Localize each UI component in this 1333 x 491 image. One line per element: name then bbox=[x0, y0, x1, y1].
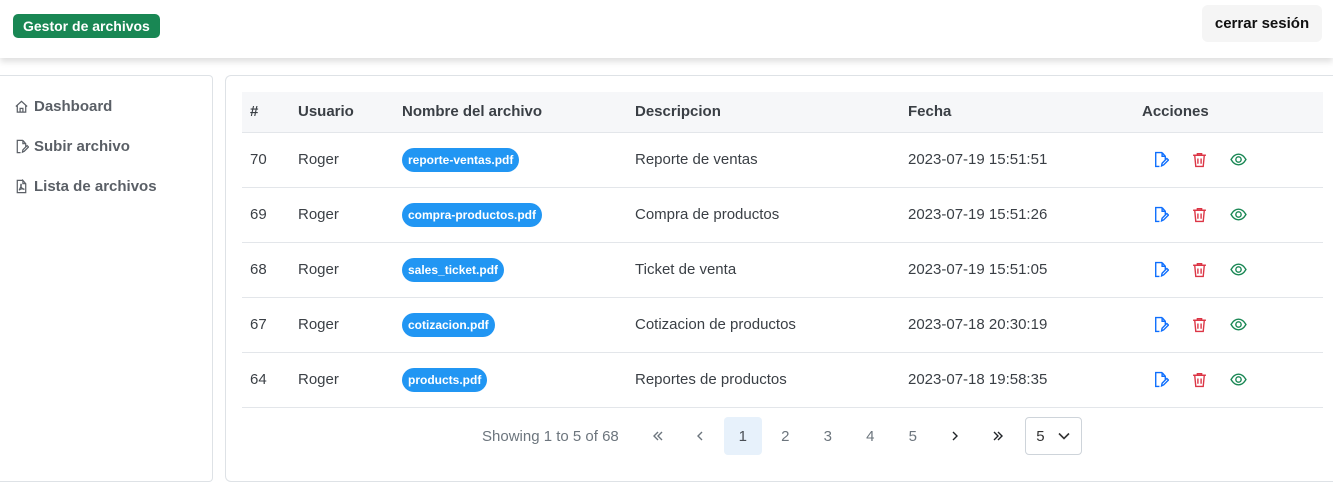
double-chevron-right-icon bbox=[993, 431, 1003, 441]
cell-description: Reporte de ventas bbox=[627, 132, 900, 188]
delete-icon[interactable] bbox=[1191, 261, 1208, 278]
chevron-down-icon bbox=[1058, 432, 1070, 440]
app-brand[interactable]: Gestor de archivos bbox=[13, 14, 160, 38]
sidebar-item-label: Subir archivo bbox=[34, 137, 130, 155]
view-icon[interactable] bbox=[1230, 261, 1247, 278]
next-page-button[interactable] bbox=[936, 417, 974, 455]
sidebar-item-dashboard[interactable]: Dashboard bbox=[0, 86, 212, 126]
table-row: 69 Roger compra-productos.pdf Compra de pro… bbox=[242, 187, 1323, 243]
cell-filename: products.pdf bbox=[394, 352, 627, 408]
column-header-filename: Nombre del archivo bbox=[394, 92, 627, 133]
file-link[interactable]: reporte-ventas.pdf bbox=[402, 147, 520, 172]
page-button-2[interactable]: 2 bbox=[766, 417, 804, 455]
cell-user: Roger bbox=[290, 242, 394, 298]
chevron-left-icon bbox=[697, 431, 703, 441]
cell-filename: sales_ticket.pdf bbox=[394, 242, 627, 298]
cell-id: 68 bbox=[242, 242, 290, 298]
sidebar-item-file-list[interactable]: Lista de archivos bbox=[0, 166, 212, 206]
edit-icon[interactable] bbox=[1152, 371, 1169, 388]
cell-date: 2023-07-19 15:51:05 bbox=[900, 242, 1134, 298]
cell-actions bbox=[1134, 132, 1323, 188]
cell-actions bbox=[1134, 242, 1323, 298]
table-header-row: # Usuario Nombre del archivo Descripcion… bbox=[242, 92, 1323, 133]
edit-icon[interactable] bbox=[1152, 316, 1169, 333]
cell-id: 64 bbox=[242, 352, 290, 408]
sidebar-item-label: Dashboard bbox=[34, 97, 113, 115]
page-button-5[interactable]: 5 bbox=[894, 417, 932, 455]
view-icon[interactable] bbox=[1230, 206, 1247, 223]
cell-filename: reporte-ventas.pdf bbox=[394, 132, 627, 188]
cell-actions bbox=[1134, 187, 1323, 243]
view-icon[interactable] bbox=[1230, 316, 1247, 333]
file-link[interactable]: compra-productos.pdf bbox=[402, 202, 542, 227]
cell-date: 2023-07-19 15:51:26 bbox=[900, 187, 1134, 243]
edit-icon[interactable] bbox=[1152, 151, 1169, 168]
sidebar: Dashboard Subir archivo Lista de archivo… bbox=[0, 75, 213, 482]
home-icon bbox=[15, 100, 28, 113]
page-button-1[interactable]: 1 bbox=[723, 417, 762, 455]
logout-button[interactable]: cerrar sesión bbox=[1202, 5, 1322, 42]
table-row: 68 Roger sales_ticket.pdf Ticket de venta 20… bbox=[242, 242, 1323, 298]
chevron-right-icon bbox=[952, 431, 959, 441]
cell-date: 2023-07-18 19:58:35 bbox=[900, 352, 1134, 408]
cell-description: Ticket de venta bbox=[627, 242, 900, 298]
file-link[interactable]: products.pdf bbox=[402, 367, 488, 392]
table-row: 70 Roger reporte-ventas.pdf Reporte de vent… bbox=[242, 132, 1323, 188]
cell-id: 69 bbox=[242, 187, 290, 243]
file-link[interactable]: sales_ticket.pdf bbox=[402, 257, 505, 282]
cell-actions bbox=[1134, 297, 1323, 353]
cell-user: Roger bbox=[290, 132, 394, 188]
delete-icon[interactable] bbox=[1191, 206, 1208, 223]
top-navbar: Gestor de archivos cerrar sesión bbox=[0, 0, 1333, 58]
last-page-button[interactable] bbox=[979, 417, 1017, 455]
cell-date: 2023-07-18 20:30:19 bbox=[900, 297, 1134, 353]
cell-description: Compra de productos bbox=[627, 187, 900, 243]
pagination-summary: Showing 1 to 5 of 68 bbox=[482, 427, 619, 445]
cell-id: 70 bbox=[242, 132, 290, 188]
cell-id: 67 bbox=[242, 297, 290, 353]
page-size-value: 5 bbox=[1036, 427, 1045, 445]
cell-actions bbox=[1134, 352, 1323, 408]
page-button-4[interactable]: 4 bbox=[851, 417, 889, 455]
column-header-user: Usuario bbox=[290, 92, 394, 133]
prev-page-button[interactable] bbox=[681, 417, 719, 455]
cell-filename: cotizacion.pdf bbox=[394, 297, 627, 353]
edit-icon[interactable] bbox=[1152, 261, 1169, 278]
cell-description: Reportes de productos bbox=[627, 352, 900, 408]
table-row: 67 Roger cotizacion.pdf Cotizacion de produ… bbox=[242, 297, 1323, 353]
cell-description: Cotizacion de productos bbox=[627, 297, 900, 353]
files-table: # Usuario Nombre del archivo Descripcion… bbox=[242, 92, 1323, 408]
sidebar-item-label: Lista de archivos bbox=[34, 177, 157, 195]
cell-filename: compra-productos.pdf bbox=[394, 187, 627, 243]
delete-icon[interactable] bbox=[1191, 316, 1208, 333]
page-size-select[interactable]: 5 bbox=[1025, 417, 1083, 455]
file-upload-icon bbox=[16, 139, 29, 153]
delete-icon[interactable] bbox=[1191, 151, 1208, 168]
sidebar-item-upload[interactable]: Subir archivo bbox=[0, 126, 212, 166]
edit-icon[interactable] bbox=[1152, 206, 1169, 223]
first-page-button[interactable] bbox=[639, 417, 677, 455]
main-card: # Usuario Nombre del archivo Descripcion… bbox=[225, 75, 1333, 482]
table-row: 64 Roger products.pdf Reportes de productos… bbox=[242, 352, 1323, 408]
file-pdf-icon bbox=[16, 178, 27, 193]
file-link[interactable]: cotizacion.pdf bbox=[402, 312, 495, 337]
double-chevron-left-icon bbox=[652, 431, 663, 441]
column-header-id: # bbox=[242, 92, 290, 133]
delete-icon[interactable] bbox=[1191, 371, 1208, 388]
pagination: Showing 1 to 5 of 68 1 2 3 4 5 5 bbox=[482, 417, 1083, 455]
cell-user: Roger bbox=[290, 297, 394, 353]
view-icon[interactable] bbox=[1230, 151, 1247, 168]
view-icon[interactable] bbox=[1230, 371, 1247, 388]
column-header-actions: Acciones bbox=[1134, 92, 1323, 133]
cell-date: 2023-07-19 15:51:51 bbox=[900, 132, 1134, 188]
column-header-date: Fecha bbox=[900, 92, 1134, 133]
cell-user: Roger bbox=[290, 352, 394, 408]
page-button-3[interactable]: 3 bbox=[809, 417, 847, 455]
column-header-description: Descripcion bbox=[627, 92, 900, 133]
cell-user: Roger bbox=[290, 187, 394, 243]
